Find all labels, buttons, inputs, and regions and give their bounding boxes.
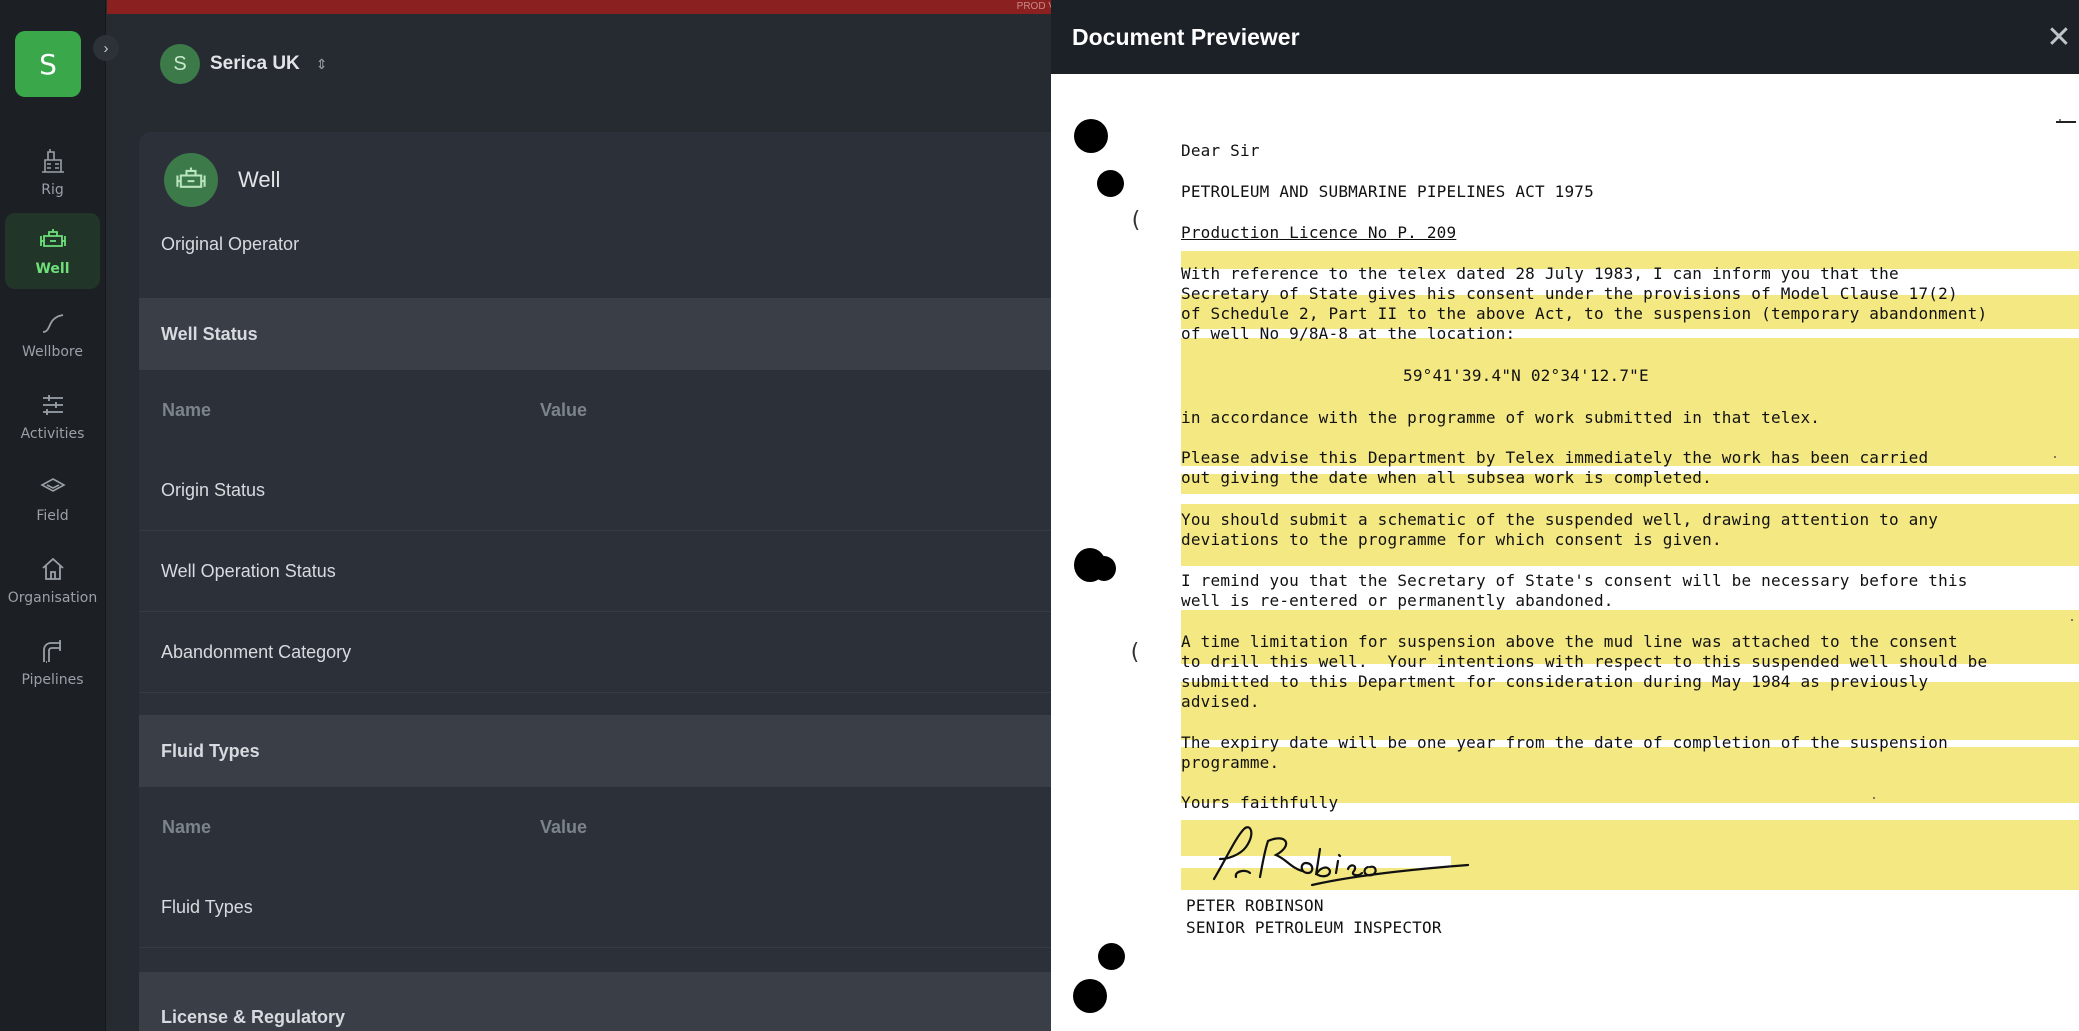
letter-line: I remind you that the Secretary of State… [1181,571,1968,590]
rig-icon [41,149,64,173]
nav-item-well[interactable]: Well [5,213,100,289]
org-switcher[interactable]: S Serica UK ⇕ [160,44,328,84]
environment-banner: PROD V [107,0,1057,14]
row-name: Fluid Types [161,896,253,917]
app-root: S Rig Well Wellbore Activities Field Org… [0,0,2079,1031]
previewer-header: Document Previewer ✕ [1051,0,2079,74]
page-title: Well [238,167,281,192]
scanned-letter: ( ( Dear Sir PETROLEUM AND SUBMARINE PIP… [1051,74,2079,1031]
letter-line: of Schedule 2, Part II to the above Act,… [1181,304,1988,323]
collapse-sidebar-button[interactable]: › [93,35,119,61]
wellbore-icon [42,314,63,333]
chevron-up-down-icon: ⇕ [315,55,328,72]
letter-line: out giving the date when all subsea work… [1181,468,1712,487]
activities-icon [42,395,63,415]
previewer-title: Document Previewer [1072,23,1300,50]
table-row: Well Operation Status [139,531,1099,612]
document-previewer: Document Previewer ✕ ((Dear Sir PETROL… [1051,0,2079,1031]
letter-line: in accordance with the programme of work… [1181,408,1821,427]
nav-item-rig[interactable]: Rig [5,134,100,210]
well-icon [164,153,218,207]
letter-line: submitted to this Department for conside… [1181,672,1929,691]
brand-logo[interactable]: S [15,31,81,97]
letter-salutation: Dear Sir [1181,141,1260,160]
letter-line: advised. [1181,692,1260,711]
section-fluid-types[interactable]: Fluid Types [139,715,1099,787]
nav-item-organisation[interactable]: Organisation [5,542,100,618]
well-header: Well [139,132,1099,228]
nav-label: Activities [20,426,85,442]
org-avatar: S [160,44,200,84]
nav-label: Rig [41,182,64,198]
letter-closing: Yours faithfully [1181,793,1339,812]
original-operator-row: Original Operator [139,228,1099,306]
nav-item-wellbore[interactable]: Wellbore [5,296,100,372]
fluid-types-table-header: Name Value [139,787,1099,867]
home-icon [41,557,64,580]
row-name: Origin Status [161,479,266,500]
field-icon [39,478,66,492]
letter-line: well is re-entered or permanently abando… [1181,591,1614,610]
letter-line: You should submit a schematic of the sus… [1181,510,1939,529]
nav-item-field[interactable]: Field [5,460,100,536]
letter-line: With reference to the telex dated 28 Jul… [1181,264,1899,283]
letter-line: Please advise this Department by Telex i… [1181,448,1929,467]
row-name: Abandonment Category [161,641,352,662]
pipeline-icon [42,640,61,663]
letter-line: Secretary of State gives his consent und… [1181,284,1958,303]
column-header-name: Name [162,399,212,420]
letter-line: deviations to the programme for which co… [1181,530,1722,549]
nav-item-pipelines[interactable]: Pipelines [5,624,100,700]
signatory-title: SENIOR PETROLEUM INSPECTOR [1186,918,1442,937]
nav-label: Well [35,261,70,277]
well-status-table-header: Name Value [139,370,1099,450]
letter-line: programme. [1181,753,1280,772]
well-icon [39,229,66,247]
letter-line: of well No 9/8A-8 at the location: [1181,324,1516,343]
letter-line: to drill this well. Your intentions with… [1181,652,1988,671]
section-license-regulatory[interactable]: License & Regulatory [139,972,1099,1031]
section-title: Well Status [161,323,258,344]
well-detail-panel: Well Original Operator Well Status Name … [139,132,1099,1031]
letter-location: 59°41'39.4"N 02°34'12.7"E [1403,366,1649,385]
field-label: Original Operator [161,234,300,254]
nav-label: Organisation [7,590,98,606]
nav-label: Wellbore [22,344,83,360]
nav-label: Pipelines [21,672,84,688]
org-name: Serica UK [210,53,300,74]
column-header-value: Value [540,399,588,420]
letter-act: PETROLEUM AND SUBMARINE PIPELINES ACT 19… [1181,182,1594,201]
letter-line: The expiry date will be one year from th… [1181,733,1948,752]
letter-licence: Production Licence No P. 209 [1181,223,1457,242]
section-title: Fluid Types [161,740,260,761]
punch-hole [1074,119,1108,153]
table-row: Origin Status [139,450,1099,531]
nav-rail: S Rig Well Wellbore Activities Field Org… [0,0,106,1031]
signature [1212,826,1470,887]
close-icon[interactable]: ✕ [2039,18,2079,56]
column-header-name: Name [162,816,212,837]
table-row: Abandonment Category [139,612,1099,693]
nav-item-activities[interactable]: Activities [5,378,100,454]
environment-label: PROD V [1016,1,1055,12]
punch-hole [1097,170,1124,197]
punch-hole [1098,943,1125,970]
section-well-status[interactable]: Well Status [139,298,1099,370]
punch-hole [1092,556,1116,581]
row-name: Well Operation Status [161,560,336,581]
section-title: License & Regulatory [161,1007,346,1027]
column-header-value: Value [540,816,588,837]
punch-hole [1073,979,1107,1013]
table-row: Fluid Types [139,867,1099,948]
letter-line: A time limitation for suspension above t… [1181,632,1958,651]
nav-label: Field [36,508,69,524]
signatory-name: PETER ROBINSON [1186,896,1324,915]
